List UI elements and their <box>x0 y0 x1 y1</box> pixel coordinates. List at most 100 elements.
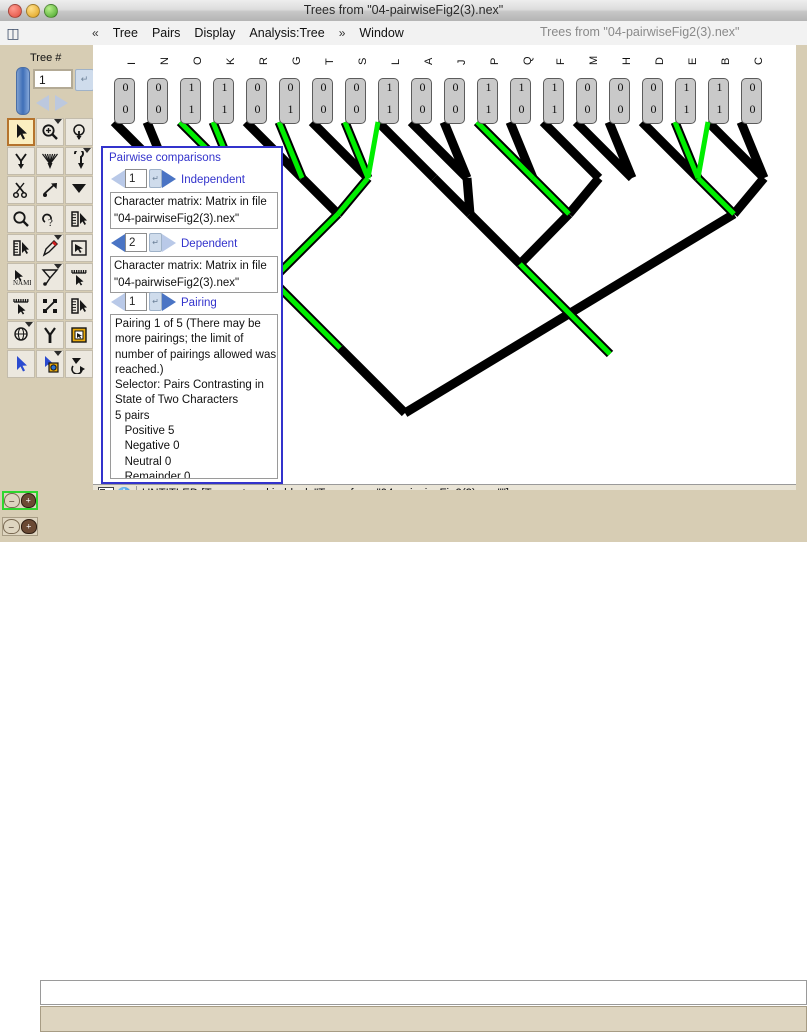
tree-branch <box>533 178 569 214</box>
chevron-down-icon[interactable] <box>54 235 62 240</box>
dependent-spinner[interactable]: 2 ↵ Dependent <box>111 233 279 253</box>
chevron-down-icon[interactable] <box>54 119 62 124</box>
dependent-value[interactable]: 2 <box>125 233 147 252</box>
move-branch-tool[interactable] <box>36 176 64 204</box>
dependent-state: 0 <box>643 102 664 117</box>
chevron-down-icon[interactable] <box>25 322 33 327</box>
taxon-state-box[interactable]: 01 <box>279 78 300 124</box>
pairing-value[interactable]: 1 <box>125 292 147 311</box>
taxon-state-box[interactable]: 10 <box>510 78 531 124</box>
zoom-control-row1[interactable]: – + <box>2 491 38 510</box>
root-tool[interactable] <box>65 118 93 146</box>
comb-arrow-tool[interactable] <box>7 292 35 320</box>
pairing-prev-arrow[interactable] <box>111 293 125 311</box>
scale-select-tool[interactable] <box>7 234 35 262</box>
magnifier-zoom-tool[interactable] <box>36 118 64 146</box>
dependent-matrix-box: Character matrix: Matrix in file "04-pai… <box>110 256 278 293</box>
zoom-control-row2[interactable]: – + <box>2 517 38 536</box>
branch-drop-tool[interactable] <box>7 147 35 175</box>
node-connect-tool[interactable] <box>36 292 64 320</box>
arrow-select-tool[interactable] <box>7 118 35 146</box>
pairing-enter-button[interactable]: ↵ <box>149 292 162 311</box>
independent-spinner[interactable]: 1 ↵ Independent <box>111 169 279 189</box>
tuning-fork-tool[interactable] <box>36 321 64 349</box>
tree-next-arrow[interactable] <box>55 95 68 111</box>
dependent-state: 0 <box>742 102 763 117</box>
taxon-state-box[interactable]: 00 <box>576 78 597 124</box>
ruler-arrow-tool[interactable] <box>65 292 93 320</box>
independent-state: 1 <box>511 80 532 95</box>
paint-bucket-tool[interactable] <box>36 350 64 378</box>
zoom-out-icon[interactable]: – <box>4 493 20 508</box>
independent-value[interactable]: 1 <box>125 169 147 188</box>
magnifier-tool[interactable] <box>7 205 35 233</box>
taxon-state-box[interactable]: 00 <box>345 78 366 124</box>
branch-length-tool[interactable] <box>65 205 93 233</box>
taxon-state-box[interactable]: 11 <box>477 78 498 124</box>
menu-window[interactable]: Window <box>359 26 403 40</box>
bottom-tan-row[interactable] <box>40 1006 807 1032</box>
taxon-state-box[interactable]: 00 <box>444 78 465 124</box>
taxon-state-box[interactable]: 00 <box>411 78 432 124</box>
dependent-enter-button[interactable]: ↵ <box>149 233 162 252</box>
chevron-down-icon[interactable] <box>83 148 91 153</box>
taxon-state-box[interactable]: 00 <box>114 78 135 124</box>
pairing-spinner[interactable]: 1 ↵ Pairing <box>111 292 279 312</box>
collapse-branches-tool[interactable] <box>36 147 64 175</box>
comb-select-tool[interactable] <box>65 263 93 291</box>
independent-prev-arrow[interactable] <box>111 170 125 188</box>
menu-next[interactable]: » <box>339 26 346 40</box>
dependent-prev-arrow[interactable] <box>111 234 125 252</box>
arrow-blue-tool[interactable] <box>7 350 35 378</box>
globe-tool[interactable] <box>7 321 35 349</box>
menu-analysis-tree[interactable]: Analysis:Tree <box>249 26 324 40</box>
tree-prev-arrow[interactable] <box>36 95 49 111</box>
taxon-label: P <box>488 58 502 65</box>
menu-pairs[interactable]: Pairs <box>152 26 180 40</box>
pencil-draw-tool[interactable] <box>36 234 64 262</box>
clipboard-tool[interactable] <box>65 321 93 349</box>
reroot-tool[interactable] <box>65 147 93 175</box>
zoom-out-icon-2[interactable]: – <box>3 519 20 534</box>
tree-number-input[interactable]: 1 <box>33 69 73 89</box>
chevron-down-icon[interactable] <box>54 351 62 356</box>
taxon-state-box[interactable]: 00 <box>741 78 762 124</box>
menu-display[interactable]: Display <box>194 26 235 40</box>
zoom-in-icon-2[interactable]: + <box>21 519 38 534</box>
taxon-label: F <box>554 58 568 65</box>
pairwise-comparisons-dialog[interactable]: Pairwise comparisons 1 ↵ Independent Cha… <box>101 146 283 484</box>
taxon-state-box[interactable]: 11 <box>543 78 564 124</box>
ladderize-tool[interactable] <box>65 176 93 204</box>
dependent-next-arrow[interactable] <box>162 234 176 252</box>
taxon-state-box[interactable]: 11 <box>378 78 399 124</box>
taxon-state-box[interactable]: 00 <box>147 78 168 124</box>
result-line: Positive 5 <box>115 424 273 439</box>
tree-slider[interactable] <box>16 67 30 115</box>
menu-tree[interactable]: Tree <box>113 26 138 40</box>
scissors-prune-tool[interactable] <box>7 176 35 204</box>
taxon-state-box[interactable]: 11 <box>708 78 729 124</box>
menu-prev[interactable]: « <box>92 26 99 40</box>
taxon-state-box[interactable]: 11 <box>180 78 201 124</box>
bottom-white-row[interactable] <box>40 980 807 1005</box>
arrow-expand-tool[interactable] <box>65 234 93 262</box>
result-line: State of Two Characters <box>115 393 273 408</box>
tree-number-enter-button[interactable]: ↵ <box>75 69 94 91</box>
independent-next-arrow[interactable] <box>162 170 176 188</box>
reorder-branches-tool[interactable] <box>65 350 93 378</box>
taxon-state-box[interactable]: 11 <box>213 78 234 124</box>
taxon-state-box[interactable]: 11 <box>675 78 696 124</box>
taxon-state-box[interactable]: 00 <box>246 78 267 124</box>
taxon-state-box[interactable]: 00 <box>609 78 630 124</box>
zoom-in-icon[interactable]: + <box>21 493 37 508</box>
taxon-state-box[interactable]: 00 <box>312 78 333 124</box>
independent-enter-button[interactable]: ↵ <box>149 169 162 188</box>
taxon-state-box[interactable]: 00 <box>642 78 663 124</box>
chevron-down-icon[interactable] <box>54 264 62 269</box>
query-branch-tool[interactable]: ? <box>36 205 64 233</box>
name-label-tool[interactable]: NAME <box>7 263 35 291</box>
pairing-next-arrow[interactable] <box>162 293 176 311</box>
trace-character-tool[interactable] <box>36 263 64 291</box>
taxon-label: I <box>125 62 139 65</box>
taxon-label: H <box>620 57 634 65</box>
